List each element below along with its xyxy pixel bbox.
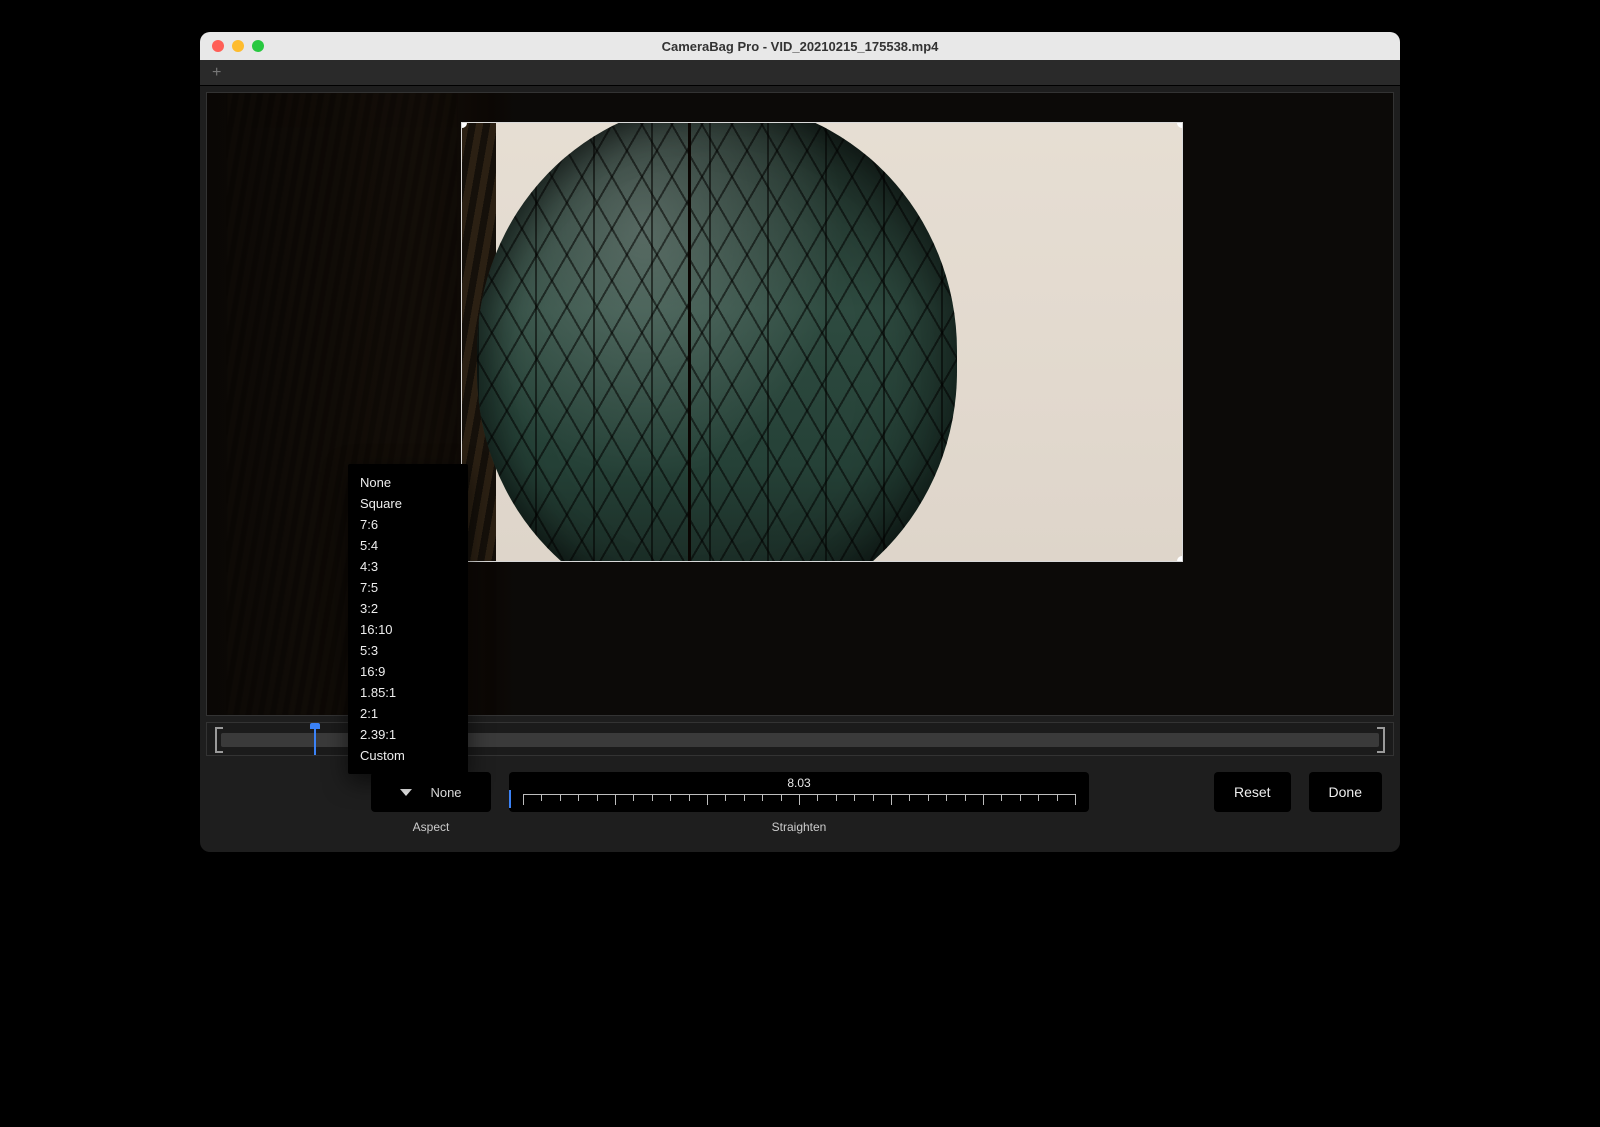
crop-handle-bottom-right[interactable]	[1177, 556, 1182, 561]
aspect-menu[interactable]: NoneSquare7:65:44:37:53:216:105:316:91.8…	[348, 464, 468, 774]
straighten-label: Straighten	[772, 820, 827, 834]
crop-rect[interactable]	[462, 123, 1182, 561]
aspect-option[interactable]: 5:4	[348, 535, 468, 556]
aspect-control: None Aspect	[371, 772, 491, 834]
aspect-option[interactable]: 5:3	[348, 640, 468, 661]
aspect-dropdown[interactable]: None	[371, 772, 491, 812]
aspect-option[interactable]: 4:3	[348, 556, 468, 577]
aspect-selected: None	[430, 785, 461, 800]
window-title: CameraBag Pro - VID_20210215_175538.mp4	[200, 39, 1400, 54]
zoom-icon[interactable]	[252, 40, 264, 52]
aspect-option[interactable]: 16:10	[348, 619, 468, 640]
app-window: CameraBag Pro - VID_20210215_175538.mp4 …	[200, 32, 1400, 852]
close-icon[interactable]	[212, 40, 224, 52]
playhead[interactable]	[314, 725, 316, 755]
trim-start-handle[interactable]	[215, 727, 223, 753]
done-button[interactable]: Done	[1309, 772, 1382, 812]
aspect-option[interactable]: 7:5	[348, 577, 468, 598]
aspect-option[interactable]: 3:2	[348, 598, 468, 619]
aspect-option[interactable]: None	[348, 472, 468, 493]
titlebar: CameraBag Pro - VID_20210215_175538.mp4	[200, 32, 1400, 60]
trim-end-handle[interactable]	[1377, 727, 1385, 753]
aspect-option[interactable]: 1.85:1	[348, 682, 468, 703]
aspect-option[interactable]: 16:9	[348, 661, 468, 682]
tab-strip: +	[200, 60, 1400, 86]
window-controls	[200, 40, 264, 52]
minimize-icon[interactable]	[232, 40, 244, 52]
straighten-indicator[interactable]	[509, 790, 511, 808]
add-tab-button[interactable]: +	[208, 65, 225, 81]
straighten-value: 8.03	[509, 776, 1089, 790]
aspect-option[interactable]: Custom	[348, 745, 468, 766]
straighten-ruler	[523, 794, 1075, 808]
straighten-slider[interactable]: 8.03	[509, 772, 1089, 812]
reset-button[interactable]: Reset	[1214, 772, 1291, 812]
straighten-control: 8.03 Straighten	[509, 772, 1089, 834]
aspect-option[interactable]: Square	[348, 493, 468, 514]
aspect-option[interactable]: 2:1	[348, 703, 468, 724]
image-vase	[477, 123, 957, 561]
chevron-down-icon	[400, 789, 412, 796]
aspect-label: Aspect	[413, 820, 450, 834]
aspect-option[interactable]: 2.39:1	[348, 724, 468, 745]
aspect-option[interactable]: 7:6	[348, 514, 468, 535]
